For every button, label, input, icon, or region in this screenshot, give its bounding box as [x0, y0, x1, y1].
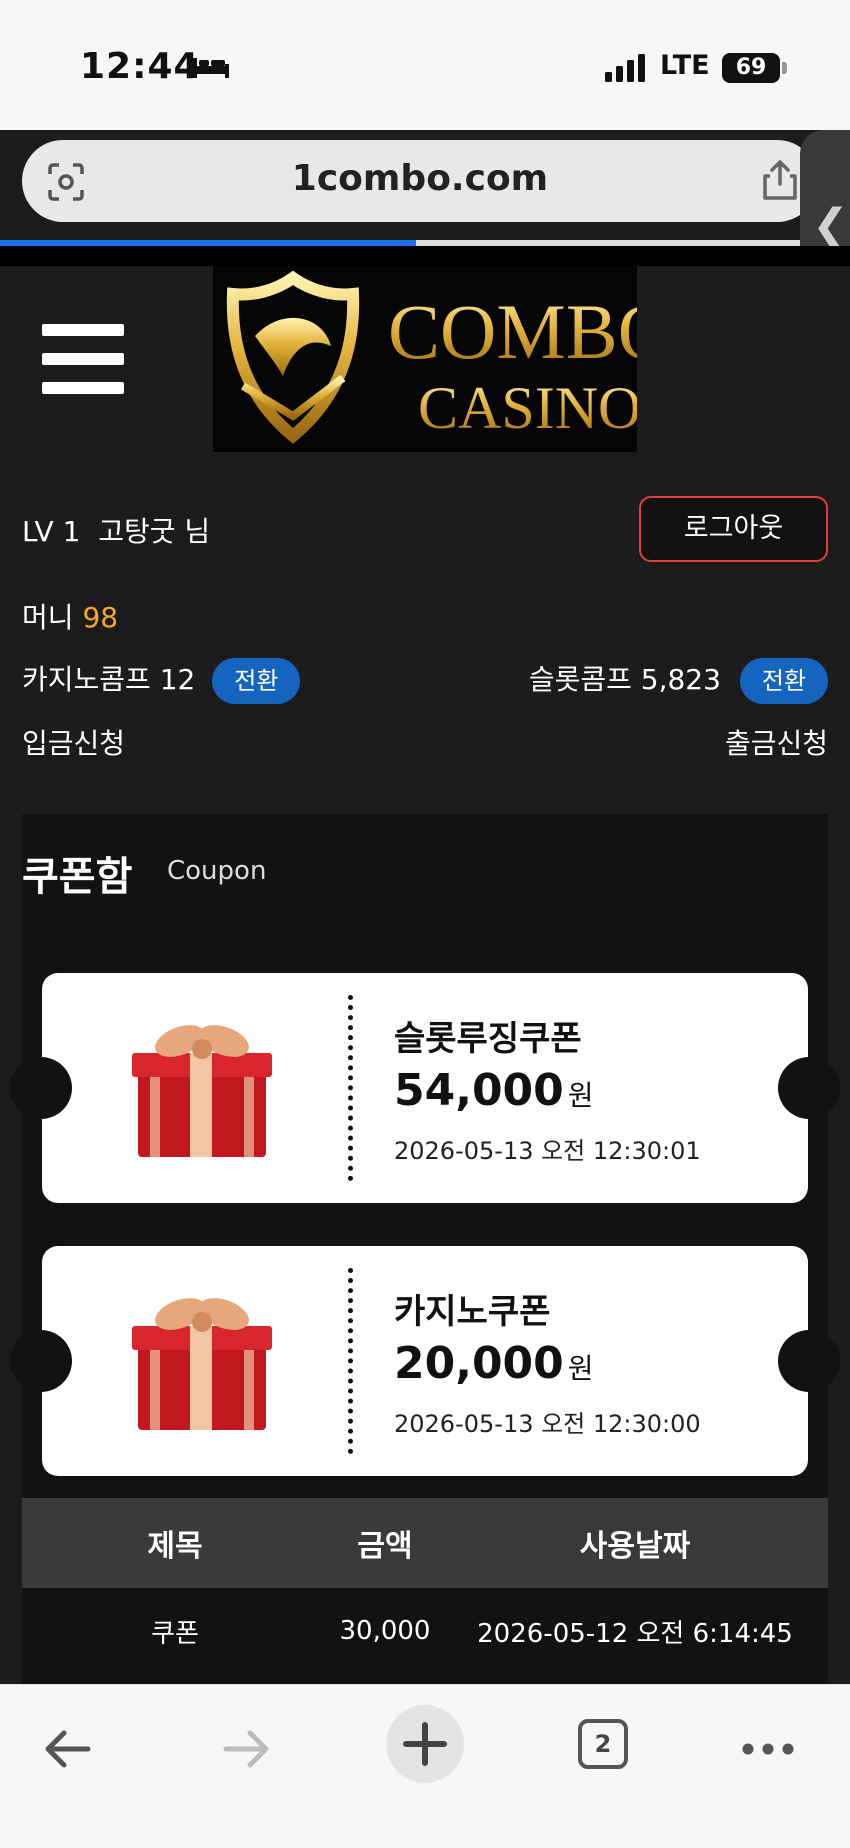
status-time: 12:44	[80, 46, 200, 87]
coupon-card[interactable]: 카지노쿠폰 20,000 원 2026-05-13 오전 12:30:00	[10, 1246, 840, 1476]
deposit-request-link[interactable]: 입금신청	[22, 722, 125, 762]
gift-box-icon	[132, 1298, 272, 1430]
casino-comp-convert-button[interactable]: 전환	[212, 658, 301, 704]
network-type: LTE	[660, 50, 710, 81]
ticket-notch	[778, 1057, 840, 1119]
coupon-amount-value: 20,000	[394, 1338, 564, 1389]
money-balance: 머니 98	[22, 596, 118, 636]
address-bar[interactable]: 1combo.com	[22, 140, 818, 222]
more-menu-icon[interactable]	[738, 1719, 798, 1779]
table-row: 쿠폰 30,000 2026-05-12 오전 6:14:45	[22, 1588, 828, 1674]
url-text[interactable]: 1combo.com	[22, 158, 818, 199]
coupon-amount: 20,000 원	[394, 1338, 594, 1389]
cell-amount: 30,000	[339, 1616, 431, 1646]
coupon-name: 카지노쿠폰	[394, 1292, 551, 1332]
coupon-amount: 54,000 원	[394, 1065, 594, 1116]
casino-comp-label: 카지노콤프 12	[22, 663, 196, 696]
coupon-currency: 원	[567, 1079, 594, 1112]
column-header-amount: 금액	[357, 1529, 413, 1564]
slot-comp: 슬롯콤프 5,823 전환	[529, 658, 828, 704]
tab-switcher-button[interactable]: 2	[578, 1719, 628, 1769]
coupon-box-title: 쿠폰함	[22, 854, 133, 900]
coupon-date: 2026-05-13 오전 12:30:01	[394, 1137, 701, 1165]
ticket-divider	[348, 995, 353, 1181]
logo-graphic: COMBO CASINO	[226, 270, 674, 444]
ticket-notch	[778, 1330, 840, 1392]
coupon-name: 슬롯루징쿠폰	[394, 1019, 582, 1059]
ticket-divider	[348, 1268, 353, 1454]
new-tab-button[interactable]	[386, 1705, 464, 1783]
cell-date: 2026-05-12 오전 6:14:45	[477, 1618, 793, 1649]
combo-casino-logo[interactable]: COMBO CASINO	[213, 266, 674, 452]
coupon-amount-value: 54,000	[394, 1065, 564, 1116]
logo-combo-text: COMBO	[388, 288, 637, 375]
hamburger-menu-icon[interactable]	[42, 324, 124, 394]
sleep-mode-icon	[193, 58, 229, 78]
status-bar: 12:44 LTE 69	[0, 0, 850, 130]
cellular-signal-icon	[605, 54, 645, 82]
gift-box-icon	[132, 1025, 272, 1157]
column-header-title: 제목	[147, 1529, 203, 1564]
coupon-currency: 원	[567, 1352, 594, 1385]
share-icon[interactable]	[760, 158, 800, 202]
browser-toolbar: 2	[0, 1684, 850, 1848]
back-arrow-icon[interactable]	[40, 1721, 96, 1777]
slot-comp-label: 슬롯콤프 5,823	[528, 663, 721, 696]
battery-nub	[782, 62, 787, 74]
user-name: 고탕굿 님	[98, 515, 211, 548]
casino-comp: 카지노콤프 12 전환	[22, 658, 301, 704]
slot-comp-convert-button[interactable]: 전환	[739, 658, 828, 704]
chevron-left-icon: ❮	[812, 200, 849, 251]
forward-arrow-icon[interactable]	[218, 1721, 274, 1777]
column-header-date: 사용날짜	[579, 1529, 691, 1564]
logo-casino-text: CASINO	[418, 375, 637, 441]
battery-indicator: 69	[722, 53, 780, 83]
header-top-strip	[0, 246, 850, 266]
table-header: 제목 금액 사용날짜	[22, 1498, 828, 1588]
cell-title: 쿠폰	[151, 1618, 199, 1649]
coupon-history-table: 제목 금액 사용날짜 쿠폰 30,000 2026-05-12 오전 6:14:…	[22, 1498, 828, 1674]
withdraw-request-link[interactable]: 출금신청	[725, 722, 828, 762]
coupon-card[interactable]: 슬롯루징쿠폰 54,000 원 2026-05-13 오전 12:30:01	[10, 973, 840, 1203]
user-info: LV 1 고탕굿 님	[22, 510, 210, 550]
money-value: 98	[82, 601, 119, 634]
coupon-date: 2026-05-13 오전 12:30:00	[394, 1410, 701, 1438]
logout-button[interactable]: 로그아웃	[639, 496, 828, 562]
user-level: LV 1	[22, 515, 81, 548]
plus-icon	[403, 1722, 447, 1766]
ticket-notch	[10, 1057, 72, 1119]
coupon-box-subtitle: Coupon	[167, 856, 267, 886]
ticket-notch	[10, 1330, 72, 1392]
money-label: 머니	[22, 601, 74, 634]
